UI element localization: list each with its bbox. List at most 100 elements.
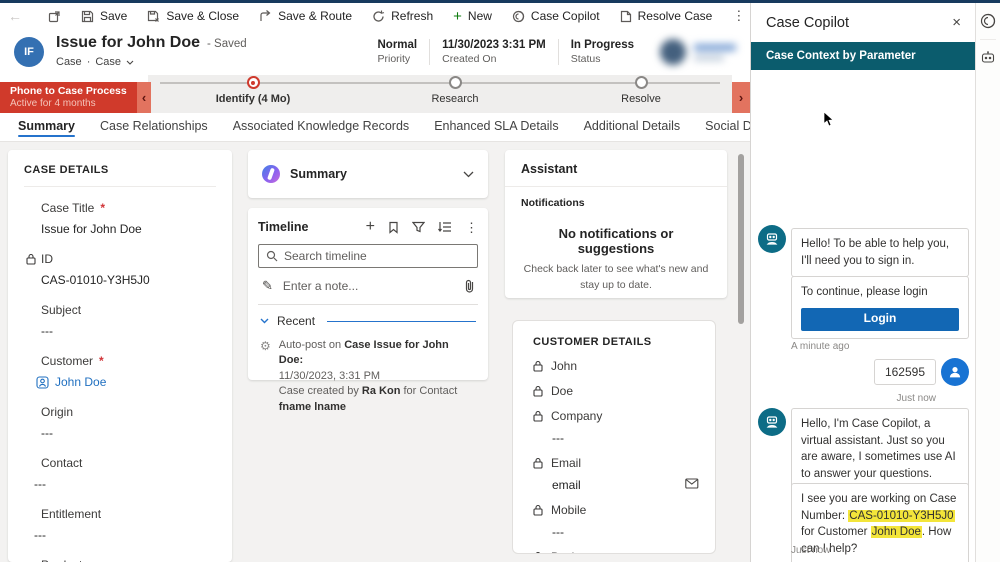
add-record-icon[interactable]: + <box>366 219 375 235</box>
chevron-down-icon[interactable] <box>260 318 269 324</box>
copilot-summary-card[interactable]: Summary <box>248 150 488 198</box>
lock-icon <box>535 551 541 553</box>
tab-additional-details[interactable]: Additional Details <box>584 119 681 141</box>
dot-separator: · <box>86 56 91 68</box>
gear-icon: ⚙ <box>260 339 271 353</box>
save-and-close-button[interactable]: Save & Close <box>137 4 249 28</box>
required-mark: * <box>99 354 104 368</box>
timeline-entry[interactable]: ⚙ Auto-post on Case Issue for John Doe: … <box>258 338 478 415</box>
message-timestamp: A minute ago <box>791 341 850 352</box>
person-icon <box>949 367 961 378</box>
chevron-down-icon <box>126 60 134 65</box>
field-entitlement: Entitlement --- <box>26 507 216 542</box>
bot-pane-icon[interactable] <box>980 50 996 66</box>
page-title: Issue for John Doe <box>56 34 201 51</box>
note-composer[interactable]: ✎ Enter a note... <box>258 278 478 294</box>
save-close-icon <box>148 10 160 22</box>
tab-enhanced-sla-details[interactable]: Enhanced SLA Details <box>434 119 558 141</box>
sort-icon[interactable] <box>438 221 452 233</box>
stage-identify[interactable]: Identify (4 Mo) <box>193 76 313 105</box>
required-mark: * <box>100 201 106 215</box>
lock-icon <box>533 410 543 422</box>
login-card: To continue, please login Login <box>791 276 969 339</box>
save-and-route-button[interactable]: Save & Route <box>249 4 362 28</box>
send-email-icon[interactable] <box>685 478 699 489</box>
contact-icon <box>36 375 49 389</box>
filter-icon[interactable] <box>412 221 425 233</box>
mouse-cursor <box>823 111 834 127</box>
resolve-case-icon <box>620 10 631 22</box>
command-bar: ← Save Save & Close Save & Route Refresh… <box>0 3 845 29</box>
back-icon[interactable]: ← <box>8 8 22 24</box>
section-title: CUSTOMER DETAILS <box>533 336 652 348</box>
field-case-title: Case Title * Issue for John Doe <box>26 201 216 236</box>
record-avatar: IF <box>14 37 44 67</box>
process-next-button[interactable]: › <box>732 82 750 113</box>
field-value-email[interactable]: email <box>513 478 715 492</box>
side-panes-rail <box>975 3 1000 562</box>
save-route-icon <box>260 9 271 21</box>
customer-link[interactable]: John Doe <box>55 375 106 389</box>
popout-button[interactable] <box>38 4 71 28</box>
recent-group[interactable]: Recent <box>258 314 478 328</box>
chevron-down-icon[interactable] <box>463 171 474 178</box>
new-button[interactable]: + New <box>443 4 502 28</box>
stage-dot[interactable] <box>448 76 462 89</box>
save-status: - Saved <box>207 38 247 50</box>
process-prev-button[interactable]: ‹ <box>137 82 151 113</box>
field-value[interactable]: --- <box>26 426 216 440</box>
stage-resolve[interactable]: Resolve <box>581 76 701 105</box>
field-origin: Origin --- <box>26 405 216 440</box>
entity-breadcrumb[interactable]: Case · Case <box>56 56 134 68</box>
save-icon <box>81 10 94 22</box>
search-input[interactable] <box>284 249 470 263</box>
field-subject: Subject --- <box>26 303 216 338</box>
divider <box>980 39 996 40</box>
tab-case-relationships[interactable]: Case Relationships <box>100 119 208 141</box>
user-message: 162595 <box>873 359 936 385</box>
stage-research[interactable]: Research <box>395 76 515 105</box>
resolve-case-button[interactable]: Resolve Case <box>610 4 723 28</box>
robot-icon <box>766 233 778 245</box>
paperclip-icon[interactable] <box>465 279 474 293</box>
header-field-status: In Progress Status <box>557 39 646 65</box>
timeline-title: Timeline <box>258 220 309 234</box>
process-flag: Phone to Case Process Active for 4 month… <box>0 82 137 113</box>
form-selector[interactable]: Case <box>95 56 121 68</box>
timeline-more-icon[interactable]: ⋮ <box>465 221 478 234</box>
assistant-card: Assistant Notifications No notifications… <box>505 150 727 298</box>
entry-timestamp: 11/30/2023, 3:31 PM <box>278 369 381 382</box>
close-icon[interactable]: × <box>952 14 975 31</box>
popout-icon <box>48 10 60 22</box>
timeline-card: Timeline + ⋮ ✎ Enter a note... <box>248 208 488 413</box>
empty-state-title: No notifications or suggestions <box>558 226 674 256</box>
field-value[interactable]: --- <box>26 477 216 491</box>
header-field-priority: Normal Priority <box>377 39 418 65</box>
tab-associated-knowledge-records[interactable]: Associated Knowledge Records <box>233 119 410 141</box>
highlight-case-number: CAS-01010-Y3H5J0 <box>848 509 955 522</box>
stage-dot[interactable] <box>634 76 648 89</box>
field-value: CAS-01010-Y3H5J0 <box>41 273 150 287</box>
save-button[interactable]: Save <box>71 4 137 28</box>
copilot-title: Case Copilot <box>766 14 850 31</box>
empty-state-subtitle: Check back later to see what's new and s… <box>523 263 709 291</box>
bot-avatar <box>758 408 786 436</box>
field-id: ID CAS-01010-Y3H5J0 <box>26 252 216 287</box>
field-value[interactable]: Issue for John Doe <box>26 222 216 236</box>
business-process-flow: Identify (4 Mo) Research Resolve Phone t… <box>0 75 750 113</box>
field-value[interactable]: --- <box>26 528 216 542</box>
login-button[interactable]: Login <box>801 307 959 331</box>
field-value[interactable]: --- <box>26 324 216 338</box>
plus-icon: + <box>453 7 462 25</box>
field-company: Company <box>513 409 715 423</box>
refresh-button[interactable]: Refresh <box>362 4 443 28</box>
case-copilot-button[interactable]: Case Copilot <box>502 4 610 28</box>
stage-dot-active[interactable] <box>246 76 260 89</box>
copilot-pane-icon[interactable] <box>980 13 996 29</box>
field-business: Business <box>513 550 715 553</box>
timeline-search[interactable] <box>258 244 478 268</box>
bookmark-icon[interactable] <box>388 221 399 234</box>
recent-rule <box>327 320 476 322</box>
vertical-scrollbar[interactable] <box>738 154 744 324</box>
tab-summary[interactable]: Summary <box>18 119 75 141</box>
